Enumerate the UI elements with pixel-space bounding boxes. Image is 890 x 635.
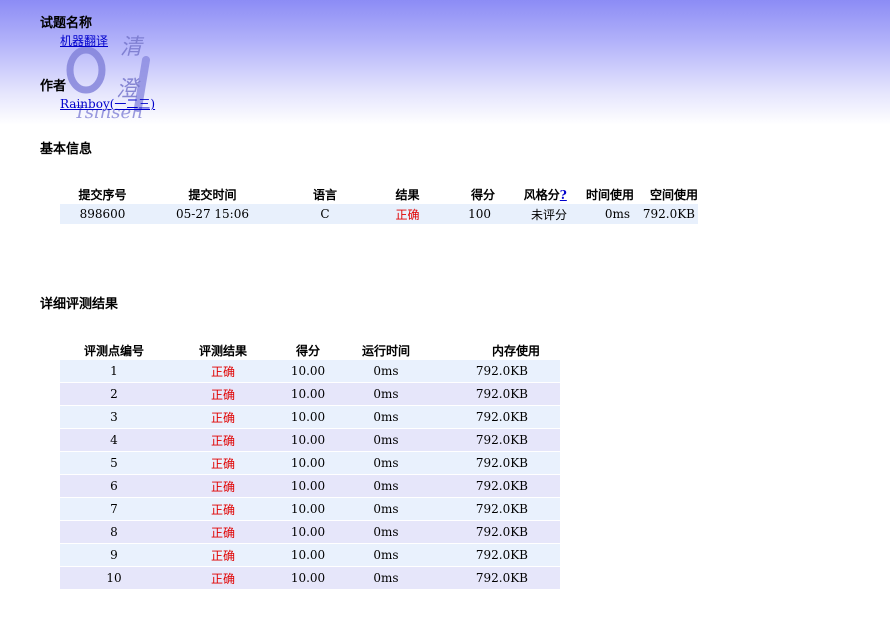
col-language: 语言 (312, 188, 337, 202)
testcase-id-cell: 8 (60, 521, 168, 544)
testcase-score-cell: 10.00 (278, 475, 338, 498)
cell-submit-time: 05-27 15:06 (145, 204, 280, 224)
col-style-score-label: 风格分 (523, 188, 560, 202)
testcase-id-cell: 10 (60, 567, 168, 590)
cell-score: 100 (445, 204, 495, 224)
author-heading: 作者 (40, 79, 67, 94)
cell-time-used: 0ms (571, 204, 634, 224)
testcase-memory-cell: 792.0KB (434, 406, 560, 429)
testcase-memory-cell: 792.0KB (434, 360, 560, 383)
testcase-score-cell: 10.00 (278, 360, 338, 383)
testcase-memory-cell: 792.0KB (434, 544, 560, 567)
testcase-result-cell: 正确 (168, 521, 278, 544)
testcase-result-cell: 正确 (168, 406, 278, 429)
testcase-score-cell: 10.00 (278, 521, 338, 544)
col-testcase-id: 评测点编号 (83, 344, 144, 358)
author-link[interactable]: Rainboy(一二三) (60, 95, 155, 112)
col-time-used: 时间使用 (585, 188, 634, 202)
basic-info-table: 提交序号 提交时间 语言 结果 得分 风格分? 时间使用 空间使用 898600… (60, 185, 698, 224)
testcase-result-cell: 正确 (168, 383, 278, 406)
testcase-memory-cell: 792.0KB (434, 498, 560, 521)
col-testcase-score: 得分 (295, 344, 320, 358)
cell-submission-id: 898600 (60, 204, 145, 224)
testcase-time-cell: 0ms (338, 429, 434, 452)
col-submission-id: 提交序号 (78, 188, 127, 202)
testcase-memory-cell: 792.0KB (434, 452, 560, 475)
cell-memory-used: 792.0KB (634, 204, 698, 224)
testcase-result-cell: 正确 (168, 452, 278, 475)
col-result: 结果 (395, 188, 420, 202)
testcase-id-cell: 5 (60, 452, 168, 475)
testcase-id-cell: 4 (60, 429, 168, 452)
testcase-memory-cell: 792.0KB (434, 521, 560, 544)
basic-info-heading: 基本信息 (40, 142, 93, 157)
table-row: 5 正确 10.00 0ms 792.0KB (60, 452, 560, 475)
testcase-result-cell: 正确 (168, 498, 278, 521)
cell-language: C (280, 204, 370, 224)
problem-name-heading: 试题名称 (40, 16, 93, 31)
testcase-time-cell: 0ms (338, 475, 434, 498)
testcase-time-cell: 0ms (338, 498, 434, 521)
testcase-id-cell: 3 (60, 406, 168, 429)
problem-name-link[interactable]: 机器翻译 (60, 32, 108, 49)
testcase-time-cell: 0ms (338, 544, 434, 567)
col-testcase-result: 评测结果 (198, 344, 247, 358)
testcase-id-cell: 1 (60, 360, 168, 383)
testcase-time-cell: 0ms (338, 521, 434, 544)
detail-header-row: 评测点编号 评测结果 得分 运行时间 内存使用 (60, 341, 560, 360)
cell-result: 正确 (370, 204, 445, 224)
testcase-result-cell: 正确 (168, 475, 278, 498)
table-row: 7 正确 10.00 0ms 792.0KB (60, 498, 560, 521)
table-row: 10 正确 10.00 0ms 792.0KB (60, 567, 560, 590)
testcase-time-cell: 0ms (338, 360, 434, 383)
col-submit-time: 提交时间 (188, 188, 237, 202)
detail-heading: 详细评测结果 (40, 297, 119, 312)
testcase-result-cell: 正确 (168, 360, 278, 383)
basic-info-row: 898600 05-27 15:06 C 正确 100 未评分 0ms 792.… (60, 204, 698, 224)
testcase-memory-cell: 792.0KB (434, 383, 560, 406)
testcase-score-cell: 10.00 (278, 498, 338, 521)
table-row: 8 正确 10.00 0ms 792.0KB (60, 521, 560, 544)
table-row: 2 正确 10.00 0ms 792.0KB (60, 383, 560, 406)
testcase-time-cell: 0ms (338, 567, 434, 590)
testcase-id-cell: 9 (60, 544, 168, 567)
testcase-id-cell: 7 (60, 498, 168, 521)
testcase-score-cell: 10.00 (278, 383, 338, 406)
testcase-memory-cell: 792.0KB (434, 567, 560, 590)
testcase-memory-cell: 792.0KB (434, 475, 560, 498)
testcase-id-cell: 6 (60, 475, 168, 498)
col-memory-used: 空间使用 (649, 188, 698, 202)
testcase-score-cell: 10.00 (278, 567, 338, 590)
testcase-score-cell: 10.00 (278, 544, 338, 567)
testcase-score-cell: 10.00 (278, 429, 338, 452)
testcase-score-cell: 10.00 (278, 452, 338, 475)
testcase-id-cell: 2 (60, 383, 168, 406)
testcase-score-cell: 10.00 (278, 406, 338, 429)
detail-table: 评测点编号 评测结果 得分 运行时间 内存使用 1 正确 10.00 0ms 792.0… (60, 341, 560, 590)
testcase-result-cell: 正确 (168, 567, 278, 590)
detail-table-body: 1 正确 10.00 0ms 792.0KB 2 正确 10.00 0ms 792.0KB 3 正确 1… (60, 360, 560, 590)
col-score: 得分 (470, 188, 495, 202)
col-testcase-memory: 内存使用 (491, 344, 540, 358)
testcase-time-cell: 0ms (338, 383, 434, 406)
basic-info-header-row: 提交序号 提交时间 语言 结果 得分 风格分? 时间使用 空间使用 (60, 185, 698, 204)
col-style-score: 风格分? (495, 185, 571, 204)
testcase-result-cell: 正确 (168, 429, 278, 452)
testcase-result-cell: 正确 (168, 544, 278, 567)
cell-style-score: 未评分 (495, 204, 571, 224)
table-row: 9 正确 10.00 0ms 792.0KB (60, 544, 560, 567)
table-row: 6 正确 10.00 0ms 792.0KB (60, 475, 560, 498)
testcase-time-cell: 0ms (338, 452, 434, 475)
table-row: 4 正确 10.00 0ms 792.0KB (60, 429, 560, 452)
col-testcase-time: 运行时间 (361, 344, 410, 358)
testcase-time-cell: 0ms (338, 406, 434, 429)
style-score-help-link[interactable]: ? (560, 188, 567, 202)
table-row: 1 正确 10.00 0ms 792.0KB (60, 360, 560, 383)
table-row: 3 正确 10.00 0ms 792.0KB (60, 406, 560, 429)
testcase-memory-cell: 792.0KB (434, 429, 560, 452)
